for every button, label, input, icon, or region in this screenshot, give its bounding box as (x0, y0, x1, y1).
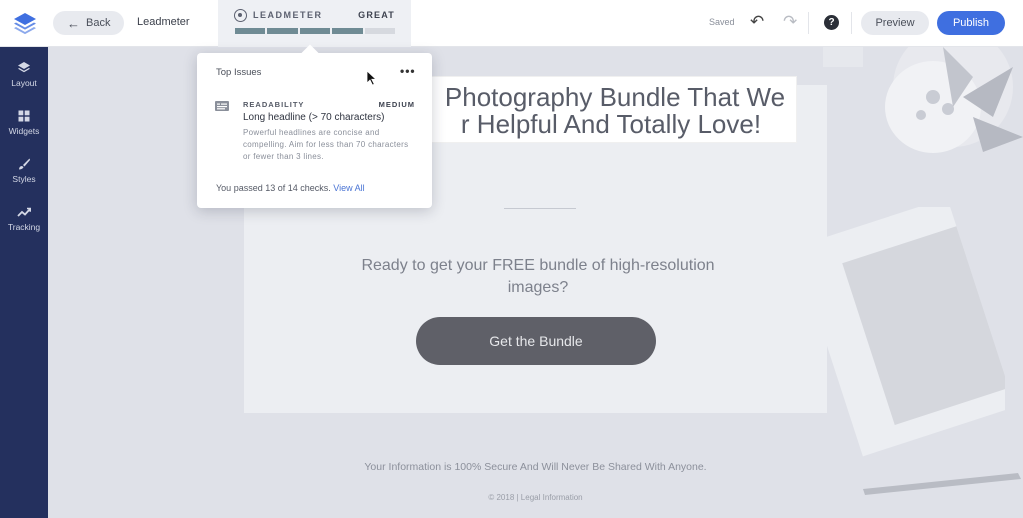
arrow-left-icon: ← (67, 15, 80, 31)
mouse-cursor-icon (366, 70, 377, 86)
sidebar-item-label: Widgets (8, 126, 40, 136)
more-options-icon[interactable]: ••• (400, 64, 416, 78)
text-lines-icon (215, 101, 229, 111)
headline-line: Photography Bundle That We (444, 82, 786, 112)
page-headline[interactable]: Photography Bundle That We r Helpful And… (380, 84, 790, 138)
layers-icon (18, 62, 30, 73)
app-logo-icon[interactable] (11, 9, 39, 37)
top-issues-popover: Top Issues ••• READABILITY MEDIUM Long h… (197, 44, 432, 208)
page-subheading[interactable]: Ready to get your FREE bundle of high-re… (348, 255, 728, 299)
sidebar-item-styles[interactable]: Styles (0, 155, 48, 199)
left-sidebar: Layout Widgets Styles Tracking (0, 47, 48, 518)
meter-segment (299, 28, 331, 34)
issue-headline[interactable]: Long headline (> 70 characters) (243, 112, 384, 123)
legal-footer[interactable]: © 2018 | Legal Information (48, 493, 1023, 502)
sidebar-item-label: Layout (11, 78, 37, 88)
back-button[interactable]: ← Back (53, 11, 124, 35)
meter-segment (332, 28, 363, 34)
back-button-label: Back (86, 17, 111, 29)
divider (851, 12, 852, 34)
save-status: Saved (709, 17, 735, 27)
sidebar-item-tracking[interactable]: Tracking (0, 203, 48, 247)
widgets-icon (18, 110, 30, 122)
notebook-image (805, 207, 1005, 457)
meter-segment (235, 28, 266, 34)
sidebar-item-label: Tracking (7, 222, 41, 232)
popover-title: Top Issues (216, 67, 262, 78)
target-icon (234, 9, 247, 22)
leadmeter-toggle[interactable]: LEADMETER GREAT (218, 0, 411, 47)
headline-line: r Helpful And Totally Love! (460, 109, 762, 139)
leadmeter-label: LEADMETER (253, 10, 323, 20)
issue-severity: MEDIUM (378, 100, 415, 109)
divider (808, 12, 809, 34)
get-bundle-button[interactable]: Get the Bundle (416, 317, 656, 365)
issue-category: READABILITY (243, 100, 305, 109)
page-title: Leadmeter (137, 16, 190, 28)
sidebar-item-layout[interactable]: Layout (0, 59, 48, 103)
leadmeter-grade: GREAT (358, 10, 395, 20)
view-all-link[interactable]: View All (333, 183, 364, 193)
redo-icon[interactable]: ↷ (783, 12, 797, 32)
undo-icon[interactable]: ↶ (750, 12, 764, 32)
leadmeter-score-bar (235, 28, 396, 34)
issue-description: Powerful headlines are concise and compe… (243, 128, 409, 161)
checks-summary: You passed 13 of 14 checks. View All (216, 183, 365, 193)
help-icon[interactable]: ? (824, 15, 839, 30)
top-bar: ← Back Leadmeter LEADMETER GREAT Saved ↶… (0, 0, 1023, 47)
plant-image (823, 47, 1023, 153)
sidebar-item-label: Styles (12, 174, 36, 184)
brush-icon (19, 158, 30, 170)
meter-segment (267, 28, 298, 34)
sidebar-item-widgets[interactable]: Widgets (0, 107, 48, 151)
trend-icon (17, 207, 31, 217)
section-divider (504, 208, 576, 209)
meter-segment (364, 28, 396, 34)
privacy-note[interactable]: Your Information is 100% Secure And Will… (48, 461, 1023, 473)
preview-button[interactable]: Preview (861, 11, 929, 35)
checks-summary-text: You passed 13 of 14 checks. (216, 183, 331, 193)
publish-button[interactable]: Publish (937, 11, 1005, 35)
